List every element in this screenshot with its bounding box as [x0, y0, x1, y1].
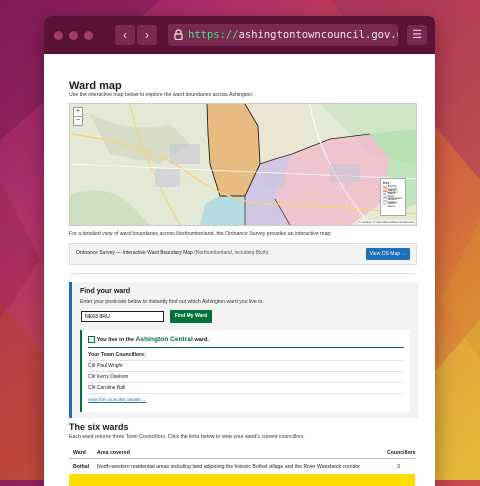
- legend-swatch: [383, 189, 387, 193]
- result-prefix: You live in the: [96, 337, 135, 343]
- view-os-map-button[interactable]: View OS Map →: [366, 248, 410, 260]
- six-wards-intro: Each ward returns three Town Councillors…: [69, 434, 305, 440]
- row-divider: [88, 360, 404, 361]
- col-area: Area covered: [97, 450, 130, 456]
- councillor-item: Cllr Caroline Ball: [88, 385, 126, 391]
- postcode-input[interactable]: NE63 8RU: [81, 311, 164, 322]
- result-divider: [88, 347, 404, 348]
- legend-swatch: [383, 202, 387, 206]
- row-divider: [88, 393, 404, 394]
- find-ward-instruction: Enter your postcode below to instantly f…: [80, 299, 264, 305]
- menu-icon: ☰: [412, 29, 422, 41]
- map-canvas[interactable]: [70, 104, 416, 225]
- forward-icon: ›: [145, 28, 149, 42]
- browser-toolbar: ‹ › https://ashingtontowncouncil.gov.uk …: [44, 16, 435, 54]
- councillor-item: Cllr Paul Wright: [88, 363, 123, 369]
- ward-result-card: ✓ You live in the Ashington Central ward…: [80, 330, 410, 412]
- url-scheme: https://: [188, 29, 239, 41]
- legend-label: College Ward: [387, 200, 398, 209]
- six-wards-title: The six wards: [69, 422, 129, 432]
- find-ward-title: Find your ward: [80, 288, 131, 295]
- os-panel-note: (Northumberland, including Blyth): [194, 250, 269, 256]
- ward-map[interactable]: + − Key Bothal Ward Central Ward Haydon Wa…: [69, 103, 417, 226]
- result-suffix: ward.: [194, 337, 209, 343]
- window-dot[interactable]: [54, 31, 63, 40]
- legend-swatch: [383, 186, 387, 189]
- councillor-item: Cllr Kerry Davison: [88, 374, 129, 380]
- map-attribution[interactable]: © Leaflet | © OpenStreetMap contributors: [357, 220, 415, 224]
- row-divider: [88, 371, 404, 372]
- ward-map-intro: Use the interactive map below to explore…: [69, 92, 254, 98]
- back-icon: ‹: [123, 28, 127, 42]
- zoom-out-button[interactable]: −: [74, 117, 82, 125]
- forward-button[interactable]: ›: [137, 25, 157, 45]
- legend-swatch: [383, 196, 387, 199]
- browser-window: ‹ › https://ashingtontowncouncil.gov.uk …: [44, 16, 435, 486]
- window-dot[interactable]: [69, 31, 78, 40]
- row-divider: [88, 382, 404, 383]
- councillor-details-link[interactable]: View full councillor details →: [88, 397, 146, 402]
- councillors-heading: Your Town Councillors:: [88, 352, 146, 358]
- zoom-in-button[interactable]: +: [74, 108, 82, 117]
- ward-map-title: Ward map: [69, 80, 122, 92]
- os-note: For a detailed view of ward boundaries a…: [69, 231, 332, 237]
- back-button[interactable]: ‹: [115, 25, 135, 45]
- table-header-divider: [69, 458, 415, 459]
- highlighted-row[interactable]: [69, 474, 415, 486]
- zoom-control: + −: [73, 107, 83, 126]
- col-ward: Ward: [73, 450, 86, 456]
- lock-icon: [174, 29, 183, 40]
- row-ward[interactable]: Bothal: [73, 464, 89, 470]
- map-legend: Key Bothal Ward Central Ward Haydon Ward Hi…: [380, 178, 406, 216]
- row-councillors: 3: [397, 464, 400, 470]
- section-divider: [69, 273, 415, 274]
- menu-button[interactable]: ☰: [407, 25, 427, 45]
- os-panel-title: Ordnance Survey — Interactive Ward Bound…: [76, 250, 193, 256]
- check-icon: ✓: [88, 336, 95, 344]
- os-panel: Ordnance Survey — Interactive Ward Bound…: [69, 243, 417, 265]
- find-ward-panel: Find your ward Enter your postcode below…: [69, 282, 418, 418]
- legend-swatch: [383, 192, 387, 196]
- legend-item: College Ward: [383, 200, 403, 209]
- legend-swatch: [383, 199, 387, 203]
- find-my-ward-button[interactable]: Find My Ward: [170, 310, 212, 323]
- window-dot[interactable]: [84, 31, 93, 40]
- address-bar[interactable]: https://ashingtontowncouncil.gov.uk: [168, 24, 398, 46]
- result-ward-name: Ashington Central: [135, 336, 193, 343]
- row-area: North-western residential areas includin…: [97, 464, 361, 470]
- url-host: ashingtontowncouncil.gov.uk: [238, 29, 398, 41]
- col-councillors: Councillors: [387, 450, 416, 456]
